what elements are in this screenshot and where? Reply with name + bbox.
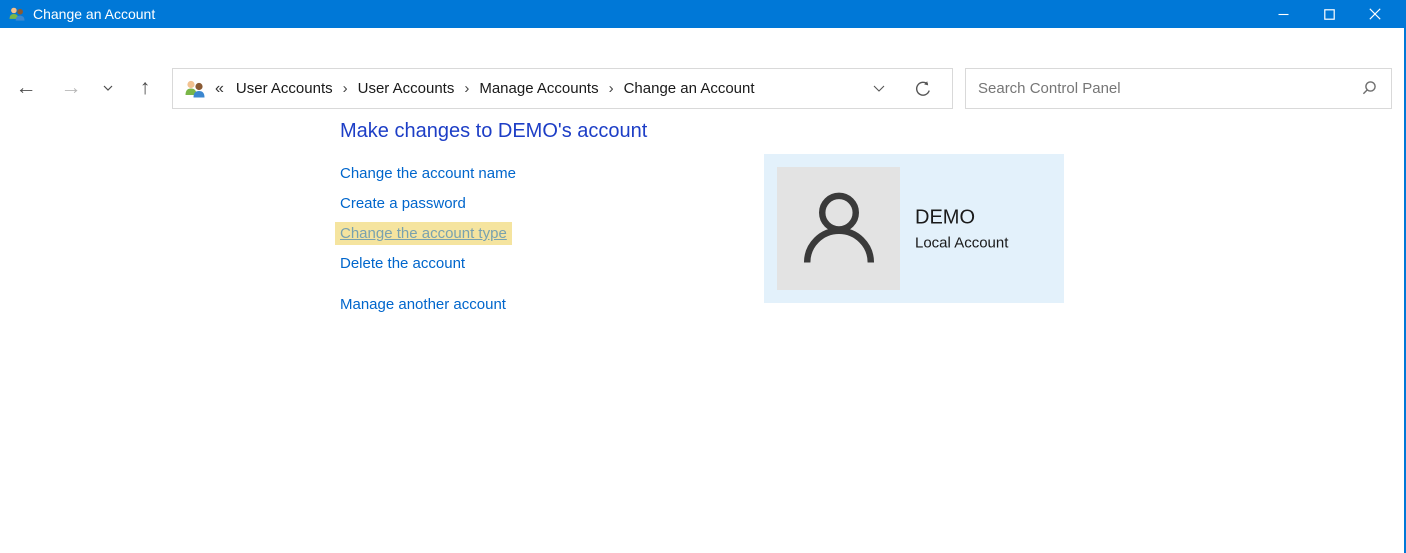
breadcrumb-separator[interactable]: › bbox=[339, 80, 352, 97]
breadcrumb-separator[interactable]: › bbox=[460, 80, 473, 97]
breadcrumb-item-user-accounts-1[interactable]: User Accounts bbox=[230, 76, 339, 101]
chevron-down-icon bbox=[103, 85, 113, 91]
breadcrumb: User Accounts › User Accounts › Manage A… bbox=[230, 76, 761, 101]
chevron-down-icon bbox=[873, 85, 885, 92]
account-name: DEMO bbox=[915, 206, 1008, 229]
minimize-icon bbox=[1278, 9, 1289, 20]
search-input[interactable] bbox=[966, 80, 1359, 97]
breadcrumb-item-user-accounts-2[interactable]: User Accounts bbox=[352, 76, 461, 101]
forward-button[interactable]: → bbox=[55, 72, 87, 104]
search-icon[interactable] bbox=[1359, 79, 1379, 99]
address-bar[interactable]: « User Accounts › User Accounts › Manage… bbox=[172, 68, 953, 109]
link-change-account-type[interactable]: Change the account type bbox=[335, 222, 512, 245]
breadcrumb-overflow-icon[interactable]: « bbox=[215, 80, 224, 98]
search-box bbox=[965, 68, 1392, 109]
back-icon: ← bbox=[16, 76, 37, 100]
link-delete-account[interactable]: Delete the account bbox=[340, 255, 465, 272]
breadcrumb-item-change-an-account[interactable]: Change an Account bbox=[618, 76, 761, 101]
recent-locations-button[interactable] bbox=[96, 72, 120, 104]
link-create-password[interactable]: Create a password bbox=[340, 195, 466, 212]
back-button[interactable]: ← bbox=[10, 72, 42, 104]
page-title: Make changes to DEMO's account bbox=[340, 120, 647, 143]
maximize-button[interactable] bbox=[1306, 0, 1352, 28]
task-link-list: Change the account name Create a passwor… bbox=[340, 165, 516, 326]
forward-icon: → bbox=[61, 76, 82, 100]
account-meta: DEMO Local Account bbox=[915, 206, 1008, 251]
title-bar: Change an Account bbox=[0, 0, 1406, 28]
account-type: Local Account bbox=[915, 234, 1008, 251]
up-icon: ↑ bbox=[140, 76, 151, 100]
window-title: Change an Account bbox=[33, 6, 155, 22]
maximize-icon bbox=[1324, 9, 1335, 20]
address-dropdown-button[interactable] bbox=[864, 85, 894, 92]
link-manage-another-account[interactable]: Manage another account bbox=[340, 296, 506, 313]
refresh-icon bbox=[914, 80, 932, 98]
breadcrumb-separator[interactable]: › bbox=[605, 80, 618, 97]
avatar bbox=[777, 167, 900, 290]
refresh-button[interactable] bbox=[908, 80, 938, 98]
user-accounts-icon bbox=[8, 6, 26, 22]
up-button[interactable]: ↑ bbox=[129, 72, 161, 104]
close-button[interactable] bbox=[1352, 0, 1398, 28]
account-card: DEMO Local Account bbox=[764, 154, 1064, 303]
user-accounts-address-icon bbox=[184, 79, 206, 99]
user-icon bbox=[796, 186, 882, 272]
control-panel-window: Change an Account ← bbox=[0, 0, 1406, 553]
minimize-button[interactable] bbox=[1260, 0, 1306, 28]
close-icon bbox=[1369, 8, 1381, 20]
link-change-account-name[interactable]: Change the account name bbox=[340, 165, 516, 182]
navigation-bar: ← → ↑ « User Accounts › User Accounts bbox=[0, 28, 1406, 94]
breadcrumb-item-manage-accounts[interactable]: Manage Accounts bbox=[473, 76, 604, 101]
